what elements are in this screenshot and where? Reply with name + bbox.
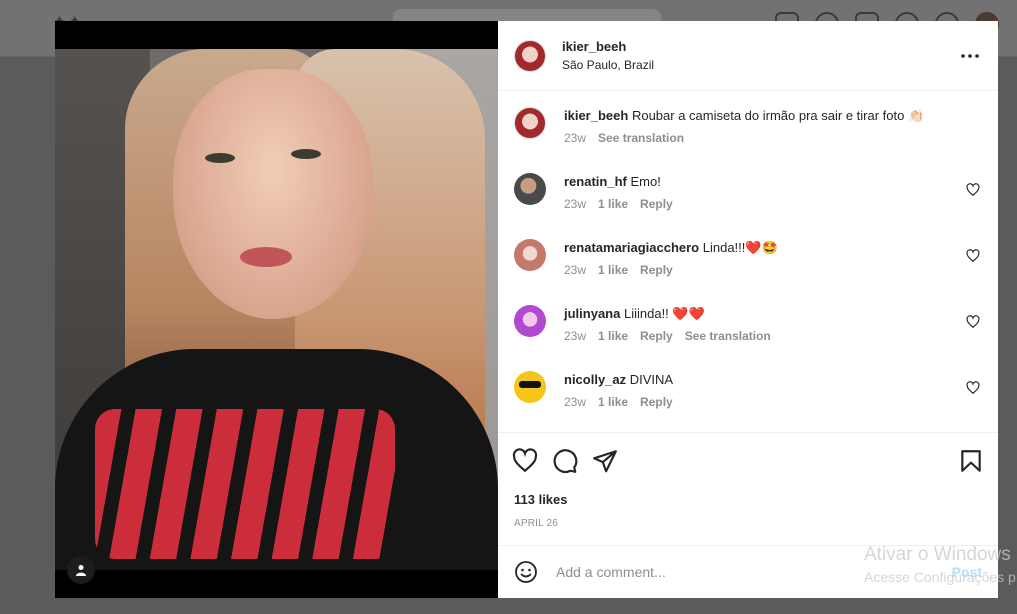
commenter-avatar[interactable]	[514, 173, 546, 205]
comment-line: nicolly_az DIVINA	[564, 371, 966, 389]
caption-see-translation[interactable]: See translation	[598, 131, 684, 145]
comment-username[interactable]: renatin_hf	[564, 174, 627, 189]
post-sidebar: ikier_beeh São Paulo, Brazil ikier_beeh …	[498, 21, 998, 598]
caption-username[interactable]: ikier_beeh	[564, 108, 628, 123]
comment-like-heart-icon[interactable]	[966, 183, 980, 197]
post-header: ikier_beeh São Paulo, Brazil	[498, 21, 998, 91]
comment-text: Emo!	[630, 174, 661, 189]
comment-line: renatin_hf Emo!	[564, 173, 966, 191]
comment-reply-button[interactable]: Reply	[640, 329, 673, 343]
comment-text: DIVINA	[629, 372, 674, 387]
caption-time[interactable]: 23w	[564, 131, 586, 145]
like-heart-icon[interactable]	[512, 448, 538, 474]
post-comment-button[interactable]: Post	[952, 564, 982, 580]
more-icon	[961, 53, 979, 58]
photo-eye-left	[205, 153, 235, 163]
comment-item: renatamariagiacchero Linda!!!❤️🤩 23w 1 l…	[514, 239, 982, 287]
photo-eye-right	[291, 149, 321, 159]
more-options-button[interactable]	[958, 44, 982, 68]
comment-item: renatin_hf Emo! 23w 1 like Reply	[514, 173, 982, 221]
comment-like-heart-icon[interactable]	[966, 381, 980, 395]
add-comment-input[interactable]	[554, 563, 944, 581]
caption-line: ikier_beeh Roubar a camiseta do irmão pr…	[564, 107, 982, 125]
comment-time[interactable]: 23w	[564, 263, 586, 277]
comment-username[interactable]: nicolly_az	[564, 372, 626, 387]
comment-reply-button[interactable]: Reply	[640, 197, 673, 211]
comment-line: julinyana Liiinda!! ❤️❤️	[564, 305, 966, 323]
comment-item: nicolly_az DIVINA 23w 1 like Reply	[514, 371, 982, 419]
post-location[interactable]: São Paulo, Brazil	[562, 58, 654, 72]
author-avatar[interactable]	[514, 39, 546, 72]
comment-time[interactable]: 23w	[564, 395, 586, 409]
comment-reply-button[interactable]: Reply	[640, 395, 673, 409]
caption-meta: 23w See translation	[564, 131, 982, 145]
share-icon[interactable]	[592, 448, 618, 474]
comment-time[interactable]: 23w	[564, 329, 586, 343]
comment-see-translation[interactable]: See translation	[685, 329, 771, 343]
commenter-avatar[interactable]	[514, 239, 546, 271]
likes-count[interactable]: 113 likes	[498, 489, 998, 511]
action-bar	[498, 433, 998, 489]
commenter-avatar[interactable]	[514, 371, 546, 403]
comment-icon[interactable]	[552, 448, 578, 474]
comment-username[interactable]: renatamariagiacchero	[564, 240, 699, 255]
user-tag-button[interactable]	[67, 556, 95, 584]
bookmark-icon[interactable]	[958, 448, 984, 474]
comment-body: nicolly_az DIVINA 23w 1 like Reply	[564, 371, 966, 419]
comment-like-heart-icon[interactable]	[966, 249, 980, 263]
photo-lips	[240, 247, 292, 267]
caption-avatar[interactable]	[514, 107, 546, 139]
comment-likes[interactable]: 1 like	[598, 197, 628, 211]
post-date[interactable]: APRIL 26	[498, 515, 998, 533]
commenter-avatar[interactable]	[514, 305, 546, 337]
comments-list[interactable]: ikier_beeh Roubar a camiseta do irmão pr…	[498, 91, 998, 433]
caption-body: ikier_beeh Roubar a camiseta do irmão pr…	[564, 107, 982, 155]
photo-face	[173, 69, 373, 319]
comment-body: renatamariagiacchero Linda!!!❤️🤩 23w 1 l…	[564, 239, 966, 287]
add-comment-bar: Post	[498, 545, 998, 598]
comment-item: julinyana Liiinda!! ❤️❤️ 23w 1 like Repl…	[514, 305, 982, 353]
user-tag-icon	[76, 565, 86, 576]
comment-reply-button[interactable]: Reply	[640, 263, 673, 277]
post-modal: ikier_beeh São Paulo, Brazil ikier_beeh …	[55, 21, 998, 598]
emoji-icon[interactable]	[514, 560, 538, 584]
comment-body: renatin_hf Emo! 23w 1 like Reply	[564, 173, 966, 221]
author-username[interactable]: ikier_beeh	[562, 39, 654, 54]
comment-like-heart-icon[interactable]	[966, 315, 980, 329]
comment-text: Linda!!!❤️🤩	[702, 240, 778, 255]
comment-time[interactable]: 23w	[564, 197, 586, 211]
photo-shirt-print	[95, 409, 395, 559]
author-info: ikier_beeh São Paulo, Brazil	[562, 39, 654, 72]
caption: ikier_beeh Roubar a camiseta do irmão pr…	[514, 107, 982, 155]
comment-text: Liiinda!! ❤️❤️	[623, 306, 705, 321]
comment-meta: 23w 1 like Reply	[564, 263, 966, 277]
comment-meta: 23w 1 like Reply See translation	[564, 329, 966, 343]
comment-likes[interactable]: 1 like	[598, 329, 628, 343]
comment-body: julinyana Liiinda!! ❤️❤️ 23w 1 like Repl…	[564, 305, 966, 353]
post-photo[interactable]	[55, 49, 498, 570]
photo-pane	[55, 21, 498, 598]
comment-meta: 23w 1 like Reply	[564, 197, 966, 211]
comment-likes[interactable]: 1 like	[598, 395, 628, 409]
comment-meta: 23w 1 like Reply	[564, 395, 966, 409]
comment-line: renatamariagiacchero Linda!!!❤️🤩	[564, 239, 966, 257]
comment-username[interactable]: julinyana	[564, 306, 620, 321]
caption-text: Roubar a camiseta do irmão pra sair e ti…	[631, 108, 925, 123]
comment-likes[interactable]: 1 like	[598, 263, 628, 277]
